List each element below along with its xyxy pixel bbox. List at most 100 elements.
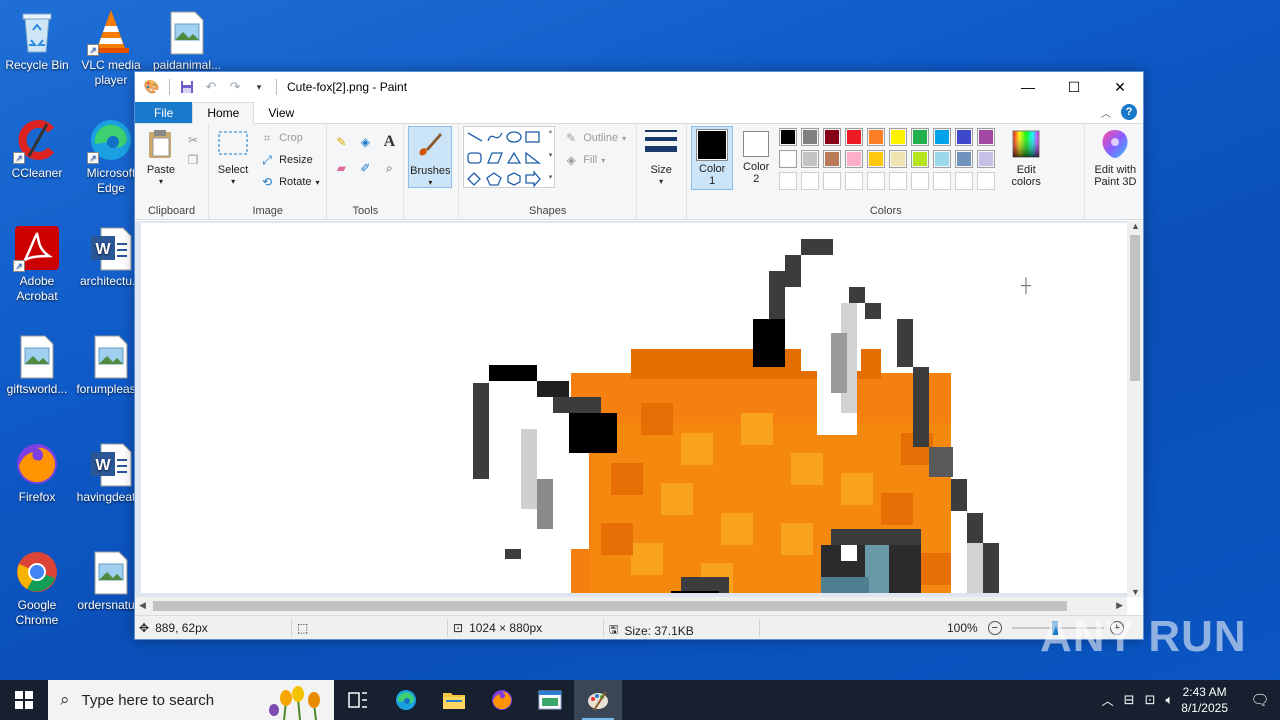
palette-swatch[interactable] <box>801 150 820 168</box>
desktop-icon-firefox[interactable]: Firefox <box>0 440 74 505</box>
vertical-scrollbar[interactable]: ▲ ▼ <box>1127 221 1143 597</box>
palette-custom-slot[interactable] <box>801 172 820 190</box>
taskbar-firefox[interactable] <box>478 680 526 720</box>
horizontal-scrollbar[interactable]: ◀ ▶ <box>135 597 1127 615</box>
palette-swatch[interactable] <box>955 128 974 146</box>
scroll-down-icon[interactable]: ▼ <box>1131 587 1140 597</box>
taskbar-paint[interactable] <box>574 680 622 720</box>
undo-icon[interactable]: ↶ <box>202 78 220 96</box>
scroll-left-icon[interactable]: ◀ <box>139 600 146 611</box>
palette-custom-slot[interactable] <box>955 172 974 190</box>
brushes-button[interactable]: Brushes ▾ <box>408 126 453 188</box>
start-button[interactable] <box>0 680 48 720</box>
task-view-button[interactable] <box>334 680 382 720</box>
taskbar-edge[interactable] <box>382 680 430 720</box>
palette-swatch[interactable] <box>867 128 886 146</box>
paste-button[interactable]: Paste ▾ <box>145 128 177 188</box>
scroll-right-icon[interactable]: ▶ <box>1116 600 1123 611</box>
redo-icon[interactable]: ↷ <box>226 78 244 96</box>
palette-swatch[interactable] <box>933 128 952 146</box>
palette-swatch[interactable] <box>845 150 864 168</box>
palette-custom-slot[interactable] <box>779 172 798 190</box>
color1-button[interactable]: Color 1 <box>691 126 734 190</box>
network-icon[interactable]: ⊟ <box>1124 692 1135 708</box>
save-icon[interactable] <box>178 78 196 96</box>
palette-swatch[interactable] <box>889 150 908 168</box>
expand-gallery-icon[interactable]: ▾ <box>549 173 553 181</box>
drawing-canvas[interactable]: ┼ <box>141 223 1127 593</box>
copy-button[interactable]: ❐ <box>185 152 201 168</box>
close-button[interactable]: ✕ <box>1097 72 1143 102</box>
palette-custom-slot[interactable] <box>867 172 886 190</box>
palette-swatch[interactable] <box>779 150 798 168</box>
taskbar-app[interactable] <box>526 680 574 720</box>
palette-custom-slot[interactable] <box>977 172 996 190</box>
shapes-gallery[interactable]: ▴ ▾ ▾ <box>463 126 556 188</box>
taskbar-search[interactable]: ⌕ Type here to search <box>48 680 334 720</box>
edit-colors-button[interactable]: Edit colors <box>1005 128 1047 188</box>
ethernet-icon[interactable]: ⊡ <box>1145 692 1156 708</box>
pencil-tool[interactable]: ✎ <box>333 134 349 150</box>
desktop-icon-paidanimal[interactable]: paidanimal... <box>150 8 224 73</box>
desktop-icon-ccleaner[interactable]: ↗ CCleaner <box>0 116 74 181</box>
palette-swatch[interactable] <box>823 150 842 168</box>
customize-toolbar-icon[interactable]: ▾ <box>250 78 268 96</box>
volume-icon[interactable]: 🔈︎ <box>1165 692 1173 708</box>
scroll-down-icon[interactable]: ▾ <box>549 151 553 159</box>
outline-button[interactable]: ✎ Outline ▾ <box>563 130 626 146</box>
palette-swatch[interactable] <box>933 150 952 168</box>
desktop-icon-giftsworld[interactable]: giftsworld... <box>0 332 74 397</box>
rotate-button[interactable]: ⟲ Rotate ▾ <box>259 174 319 190</box>
title-bar[interactable]: 🎨 ↶ ↷ ▾ Cute-fox[2].png - Paint — ☐ ✕ <box>135 72 1143 102</box>
size-button[interactable]: Size ▾ <box>645 128 678 188</box>
palette-swatch[interactable] <box>977 150 996 168</box>
desktop-icon-chrome[interactable]: Google Chrome <box>0 548 74 628</box>
fill-button[interactable]: ◈ Fill ▾ <box>563 152 606 168</box>
eraser-tool[interactable]: ▰ <box>333 160 349 176</box>
palette-swatch[interactable] <box>977 128 996 146</box>
tab-file[interactable]: File <box>135 102 193 123</box>
palette-swatch[interactable] <box>823 128 842 146</box>
clock[interactable]: 2:43 AM 8/1/2025 <box>1181 684 1228 716</box>
horizontal-scroll-thumb[interactable] <box>153 601 1067 611</box>
palette-swatch[interactable] <box>779 128 798 146</box>
maximize-button[interactable]: ☐ <box>1051 72 1097 102</box>
palette-custom-slot[interactable] <box>933 172 952 190</box>
palette-swatch[interactable] <box>801 128 820 146</box>
palette-swatch[interactable] <box>889 128 908 146</box>
magnifier-tool[interactable]: ⌕ <box>381 160 397 176</box>
palette-swatch[interactable] <box>911 150 930 168</box>
select-button[interactable]: Select ▾ <box>217 128 249 188</box>
fill-tool[interactable]: ◈ <box>357 134 373 150</box>
palette-custom-slot[interactable] <box>845 172 864 190</box>
vertical-scroll-thumb[interactable] <box>1130 235 1140 381</box>
scroll-up-icon[interactable]: ▴ <box>549 127 553 135</box>
scroll-up-icon[interactable]: ▲ <box>1131 221 1140 231</box>
cut-button[interactable]: ✂ <box>185 132 201 148</box>
color-picker-tool[interactable]: ✐ <box>357 160 373 176</box>
edit-with-paint3d-button[interactable]: Edit with Paint 3D <box>1089 128 1141 188</box>
help-icon[interactable]: ? <box>1121 104 1137 120</box>
desktop-icon-acrobat[interactable]: ↗ Adobe Acrobat <box>0 224 74 304</box>
palette-swatch[interactable] <box>911 128 930 146</box>
collapse-ribbon-icon[interactable]: ︿ <box>1101 105 1111 120</box>
palette-swatch[interactable] <box>955 150 974 168</box>
crop-button[interactable]: ⌗ Crop <box>259 130 303 146</box>
show-hidden-icons[interactable]: ︿ <box>1102 692 1114 709</box>
palette-custom-slot[interactable] <box>911 172 930 190</box>
minimize-button[interactable]: — <box>1005 72 1051 102</box>
notifications-icon[interactable]: 🗨︎ <box>1240 691 1280 709</box>
tab-home[interactable]: Home <box>192 102 255 124</box>
palette-swatch[interactable] <box>867 150 886 168</box>
text-tool[interactable]: A <box>381 133 397 150</box>
palette-custom-slot[interactable] <box>889 172 908 190</box>
tab-view[interactable]: View <box>254 102 308 123</box>
paint-app-icon[interactable]: 🎨 <box>143 78 161 96</box>
color2-button[interactable]: Color 2 <box>737 126 775 190</box>
palette-swatch[interactable] <box>845 128 864 146</box>
zoom-out-button[interactable]: − <box>987 621 1002 635</box>
palette-custom-slot[interactable] <box>823 172 842 190</box>
resize-button[interactable]: ⤢ Resize <box>259 152 312 168</box>
desktop-icon-recycle-bin[interactable]: Recycle Bin <box>0 8 74 73</box>
taskbar-file-explorer[interactable] <box>430 680 478 720</box>
